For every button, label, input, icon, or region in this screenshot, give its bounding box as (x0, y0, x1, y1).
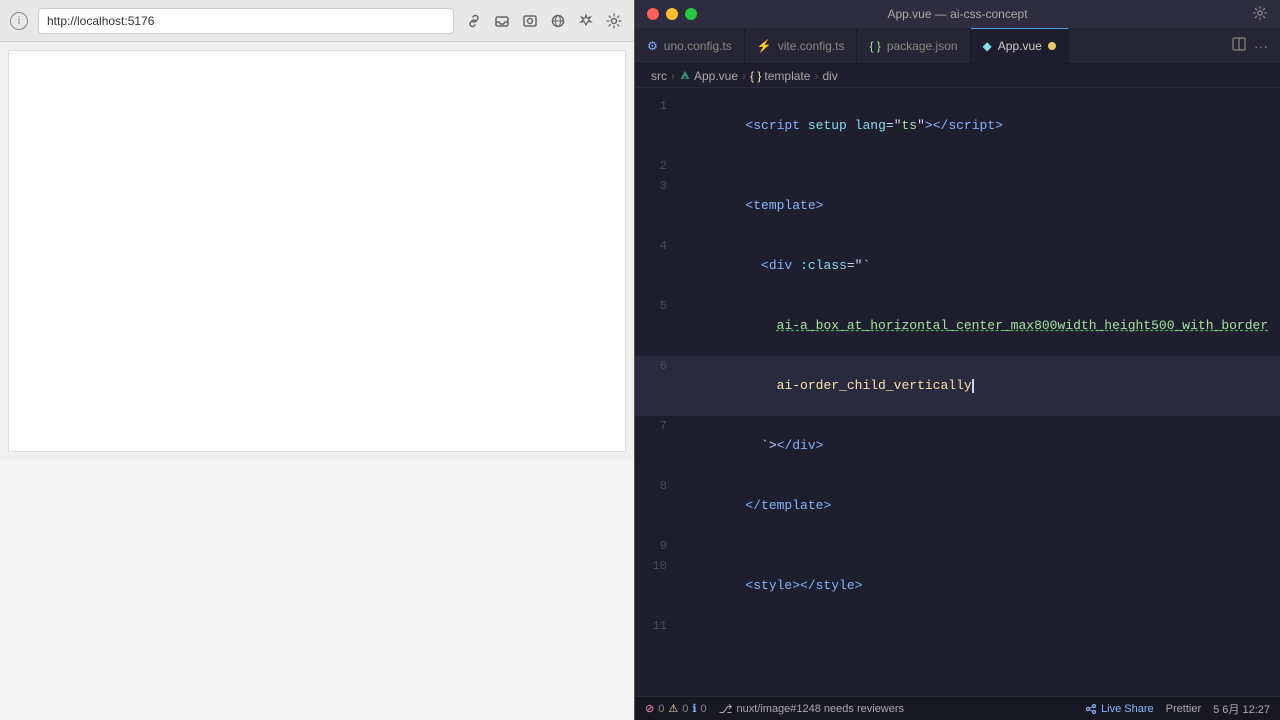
code-line-7: 7 `></div> (635, 416, 1280, 476)
tab-app-vue[interactable]: ◆ App.vue (971, 28, 1069, 63)
line-content-9 (683, 536, 1280, 556)
maximize-button[interactable] (685, 8, 697, 20)
uno-tab-icon: ⚙ (647, 39, 658, 53)
line-content-1: <script setup lang="ts"></script> (683, 96, 1280, 156)
browser-info-icon[interactable]: i (10, 12, 28, 30)
tab-vite-config[interactable]: ⚡ vite.config.ts (745, 28, 858, 63)
warning-icon: ⚠ (668, 702, 678, 715)
line-content-8: </template> (683, 476, 1280, 536)
line-content-11 (683, 616, 1280, 636)
breadcrumb: src › App.vue › { } template › div (635, 64, 1280, 88)
link-icon[interactable] (464, 11, 484, 31)
code-line-4: 4 <div :class="` (635, 236, 1280, 296)
settings-gear-icon[interactable] (1252, 5, 1268, 24)
more-actions-icon[interactable]: ··· (1254, 38, 1268, 54)
browser-url: http://localhost:5176 (47, 14, 154, 28)
extensions-icon[interactable] (576, 11, 596, 31)
breadcrumb-file[interactable]: App.vue (679, 69, 738, 83)
screenshot-icon[interactable] (520, 11, 540, 31)
browser-panel: i http://localhost:5176 (0, 0, 635, 720)
split-editor-icon[interactable] (1232, 37, 1246, 54)
info-count[interactable]: 0 (701, 703, 707, 715)
close-button[interactable] (647, 8, 659, 20)
titlebar-controls (647, 8, 697, 20)
error-count[interactable]: 0 (658, 703, 664, 715)
package-tab-icon: { } (869, 39, 880, 53)
line-content-6: ai-order_child_vertically (683, 356, 1280, 416)
prettier-button[interactable]: Prettier (1166, 703, 1201, 715)
line-num-7: 7 (635, 416, 683, 436)
line-num-10: 10 (635, 556, 683, 576)
app-vue-tab-label: App.vue (998, 39, 1042, 53)
status-git[interactable]: ⎇ nuxt/image#1248 needs reviewers (719, 702, 904, 716)
uno-tab-label: uno.config.ts (664, 39, 732, 53)
line-num-4: 4 (635, 236, 683, 256)
settings-icon[interactable] (604, 11, 624, 31)
browser-toolbar: i http://localhost:5176 (0, 0, 634, 42)
inbox-icon[interactable] (492, 11, 512, 31)
package-tab-label: package.json (887, 39, 958, 53)
vite-tab-label: vite.config.ts (778, 39, 845, 53)
vue-tab-icon: ◆ (983, 39, 992, 53)
browser-viewport (8, 50, 626, 452)
code-line-5: 5 ai-a_box_at_horizontal_center_max800wi… (635, 296, 1280, 356)
titlebar-title: App.vue — ai-css-concept (887, 7, 1027, 21)
breadcrumb-div[interactable]: div (822, 69, 837, 83)
editor-panel: App.vue — ai-css-concept ⚙ uno.config.ts… (635, 0, 1280, 720)
git-branch-label: nuxt/image#1248 needs reviewers (736, 703, 904, 715)
line-num-9: 9 (635, 536, 683, 556)
status-left: ⊘ 0 ⚠ 0 ℹ 0 (645, 702, 707, 715)
browser-action-icons (464, 11, 624, 31)
text-cursor (972, 379, 974, 393)
git-branch-icon: ⎇ (719, 702, 733, 716)
line-num-8: 8 (635, 476, 683, 496)
editor-tabbar: ⚙ uno.config.ts ⚡ vite.config.ts { } pac… (635, 28, 1280, 64)
line-content-3: <template> (683, 176, 1280, 236)
browser-address-bar[interactable]: http://localhost:5176 (38, 8, 454, 34)
info-icon: ℹ (692, 702, 696, 715)
code-line-3: 3 <template> (635, 176, 1280, 236)
line-num-11: 11 (635, 616, 683, 636)
editor-statusbar: ⊘ 0 ⚠ 0 ℹ 0 ⎇ nuxt/image#1248 needs revi… (635, 696, 1280, 720)
minimize-button[interactable] (666, 8, 678, 20)
line-content-2 (683, 156, 1280, 176)
vite-tab-icon: ⚡ (757, 39, 772, 53)
line-num-6: 6 (635, 356, 683, 376)
browser-bottom (0, 460, 634, 720)
line-content-10: <style></style> (683, 556, 1280, 616)
line-num-5: 5 (635, 296, 683, 316)
warning-count[interactable]: 0 (682, 703, 688, 715)
code-line-2: 2 (635, 156, 1280, 176)
tab-uno-config[interactable]: ⚙ uno.config.ts (635, 28, 745, 63)
encoding-label[interactable]: 5 6月 12:27 (1213, 701, 1270, 717)
tab-package-json[interactable]: { } package.json (857, 28, 970, 63)
editor-code[interactable]: 1 <script setup lang="ts"></script> 2 3 … (635, 88, 1280, 696)
line-content-4: <div :class="` (683, 236, 1280, 296)
tab-modified-dot (1048, 42, 1056, 50)
line-content-5: ai-a_box_at_horizontal_center_max800widt… (683, 296, 1280, 356)
code-line-10: 10 <style></style> (635, 556, 1280, 616)
status-right: Live Share Prettier 5 6月 12:27 (1085, 701, 1270, 717)
breadcrumb-src[interactable]: src (651, 69, 667, 83)
live-share-button[interactable]: Live Share (1085, 703, 1154, 715)
breadcrumb-template[interactable]: { } template (750, 69, 810, 83)
tabbar-right-icons: ··· (1220, 28, 1280, 63)
code-line-1: 1 <script setup lang="ts"></script> (635, 96, 1280, 156)
code-line-6: 6 ai-order_child_vertically (635, 356, 1280, 416)
line-content-7: `></div> (683, 416, 1280, 476)
code-line-8: 8 </template> (635, 476, 1280, 536)
editor-titlebar: App.vue — ai-css-concept (635, 0, 1280, 28)
code-line-11: 11 (635, 616, 1280, 636)
line-num-2: 2 (635, 156, 683, 176)
globe-icon[interactable] (548, 11, 568, 31)
live-share-label: Live Share (1101, 703, 1154, 715)
line-num-1: 1 (635, 96, 683, 116)
line-num-3: 3 (635, 176, 683, 196)
error-icon: ⊘ (645, 702, 654, 715)
code-line-9: 9 (635, 536, 1280, 556)
